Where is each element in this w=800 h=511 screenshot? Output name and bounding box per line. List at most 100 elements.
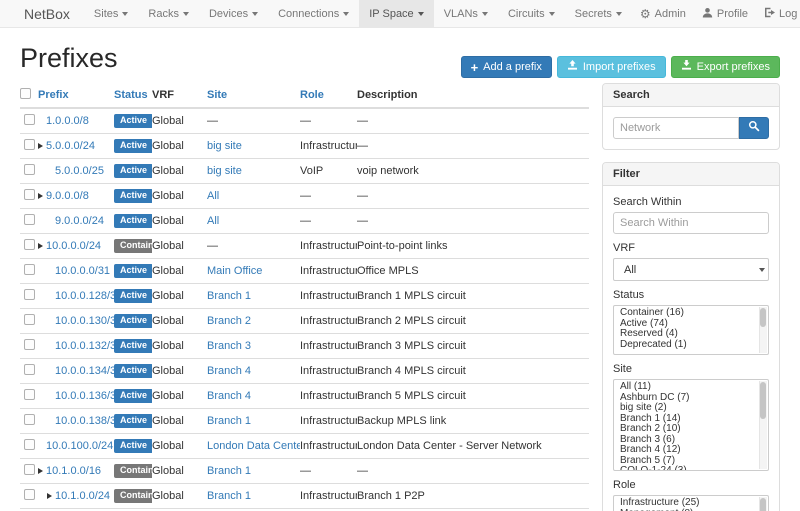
scrollbar-track — [759, 307, 767, 353]
column-header-status[interactable]: Status — [114, 83, 152, 108]
filter-input-search-within[interactable] — [613, 212, 769, 234]
listbox-option[interactable]: Branch 2 (10) — [614, 424, 768, 435]
site-link[interactable]: Branch 4 — [207, 390, 251, 402]
scrollbar-thumb[interactable] — [760, 308, 766, 327]
vrf-value: Global — [152, 390, 184, 402]
filter-panel: Filter Search WithinVRFAllStatusContaine… — [602, 162, 780, 511]
column-header-site[interactable]: Site — [207, 83, 300, 108]
nav-item-profile[interactable]: Profile — [694, 0, 756, 27]
row-checkbox[interactable] — [24, 164, 35, 175]
listbox-option[interactable]: All (11) — [614, 382, 768, 393]
description-value: Branch 1 MPLS circuit — [357, 290, 466, 302]
prefix-link[interactable]: 5.0.0.0/25 — [55, 165, 104, 177]
row-checkbox[interactable] — [24, 339, 35, 350]
role-value: Infrastructure — [300, 490, 357, 502]
prefix-link[interactable]: 10.0.0.0/31 — [55, 265, 110, 277]
site-link[interactable]: big site — [207, 165, 242, 177]
status-badge: Container — [114, 489, 152, 503]
nav-item-admin[interactable]: ⚙Admin — [632, 0, 694, 27]
main-area: PrefixStatusVRFSiteRoleDescription 1.0.0… — [20, 83, 780, 511]
nav-item-secrets[interactable]: Secrets — [565, 0, 632, 27]
vrf-value: Global — [152, 340, 184, 352]
listbox-option[interactable]: Reserved (4) — [614, 329, 768, 340]
vrf-value: Global — [152, 315, 184, 327]
prefix-link[interactable]: 10.0.0.134/31 — [55, 365, 114, 377]
listbox-option[interactable]: Container (16) — [614, 308, 768, 319]
prefix-link[interactable]: 10.0.0.130/31 — [55, 315, 114, 327]
row-checkbox[interactable] — [24, 464, 35, 475]
add-a-prefix-button[interactable]: +Add a prefix — [461, 56, 552, 78]
site-link[interactable]: Branch 3 — [207, 340, 251, 352]
nav-item-sites[interactable]: Sites — [84, 0, 138, 27]
listbox-option[interactable]: Deprecated (1) — [614, 340, 768, 351]
row-checkbox[interactable] — [24, 289, 35, 300]
import-prefixes-button[interactable]: Import prefixes — [557, 56, 666, 78]
filter-listbox-role: Infrastructure (25)Management (8)Private… — [613, 495, 769, 511]
search-button[interactable] — [739, 117, 769, 139]
listbox-option[interactable]: Infrastructure (25) — [614, 498, 768, 509]
export-prefixes-button[interactable]: Export prefixes — [671, 56, 780, 78]
prefix-link[interactable]: 10.0.0.138/31 — [55, 415, 114, 427]
site-link[interactable]: Branch 1 — [207, 290, 251, 302]
row-checkbox[interactable] — [24, 114, 35, 125]
nav-item-ip-space[interactable]: IP Space — [359, 0, 433, 27]
scrollbar-thumb[interactable] — [760, 382, 766, 419]
column-header-role[interactable]: Role — [300, 83, 357, 108]
row-checkbox[interactable] — [24, 189, 35, 200]
listbox-option[interactable]: COLO-1-24 (3) — [614, 466, 768, 471]
row-checkbox[interactable] — [24, 364, 35, 375]
prefix-link[interactable]: 10.1.0.0/16 — [46, 465, 101, 477]
prefix-link[interactable]: 9.0.0.0/24 — [55, 215, 104, 227]
site-link[interactable]: Branch 1 — [207, 415, 251, 427]
filter-select-vrf[interactable]: All — [613, 258, 769, 281]
scrollbar-track — [759, 497, 767, 511]
site-link[interactable]: All — [207, 190, 219, 202]
row-checkbox[interactable] — [24, 239, 35, 250]
gear-icon: ⚙ — [640, 8, 651, 20]
nav-item-connections[interactable]: Connections — [268, 0, 359, 27]
row-checkbox[interactable] — [24, 314, 35, 325]
search-input[interactable] — [613, 117, 739, 139]
column-header-prefix[interactable]: Prefix — [38, 83, 114, 108]
row-checkbox[interactable] — [24, 264, 35, 275]
row-checkbox[interactable] — [24, 414, 35, 425]
brand[interactable]: NetBox — [24, 0, 70, 27]
prefix-link[interactable]: 10.0.0.132/31 — [55, 340, 114, 352]
vrf-value: Global — [152, 290, 184, 302]
nav-item-log-out[interactable]: Log out — [756, 0, 800, 27]
table-row: 10.1.0.0/16ContainerGlobalBranch 1—— — [20, 459, 589, 484]
row-checkbox[interactable] — [24, 139, 35, 150]
prefix-link[interactable]: 9.0.0.0/8 — [46, 190, 89, 202]
vrf-value: Global — [152, 240, 184, 252]
site-link[interactable]: London Data Center — [207, 440, 300, 452]
prefix-link[interactable]: 10.0.0.136/31 — [55, 390, 114, 402]
site-link[interactable]: Branch 2 — [207, 315, 251, 327]
prefix-link[interactable]: 10.0.0.0/24 — [46, 240, 101, 252]
status-badge: Active — [114, 414, 152, 428]
site-link[interactable]: big site — [207, 140, 242, 152]
nav-item-devices[interactable]: Devices — [199, 0, 268, 27]
site-link[interactable]: Branch 1 — [207, 490, 251, 502]
row-checkbox[interactable] — [24, 389, 35, 400]
row-checkbox[interactable] — [24, 439, 35, 450]
row-checkbox[interactable] — [24, 214, 35, 225]
site-link[interactable]: Branch 4 — [207, 365, 251, 377]
site-link[interactable]: Branch 1 — [207, 465, 251, 477]
prefix-link[interactable]: 10.0.100.0/24 — [46, 440, 113, 452]
prefix-link[interactable]: 5.0.0.0/24 — [46, 140, 95, 152]
prefix-link[interactable]: 1.0.0.0/8 — [46, 115, 89, 127]
nav-item-circuits[interactable]: Circuits — [498, 0, 565, 27]
prefix-link[interactable]: 10.0.0.128/31 — [55, 290, 114, 302]
select-all-checkbox[interactable] — [20, 88, 31, 99]
prefix-link[interactable]: 10.1.0.0/24 — [55, 490, 110, 502]
listbox-option[interactable]: Branch 4 (12) — [614, 445, 768, 456]
listbox-option[interactable]: big site (2) — [614, 403, 768, 414]
nav-item-racks[interactable]: Racks — [138, 0, 199, 27]
row-checkbox[interactable] — [24, 489, 35, 500]
nav-item-vlans[interactable]: VLANs — [434, 0, 498, 27]
site-link[interactable]: Main Office — [207, 265, 262, 277]
upload-icon — [567, 60, 578, 74]
site-link[interactable]: All — [207, 215, 219, 227]
chevron-down-icon — [343, 12, 349, 16]
scrollbar-thumb[interactable] — [760, 498, 766, 511]
